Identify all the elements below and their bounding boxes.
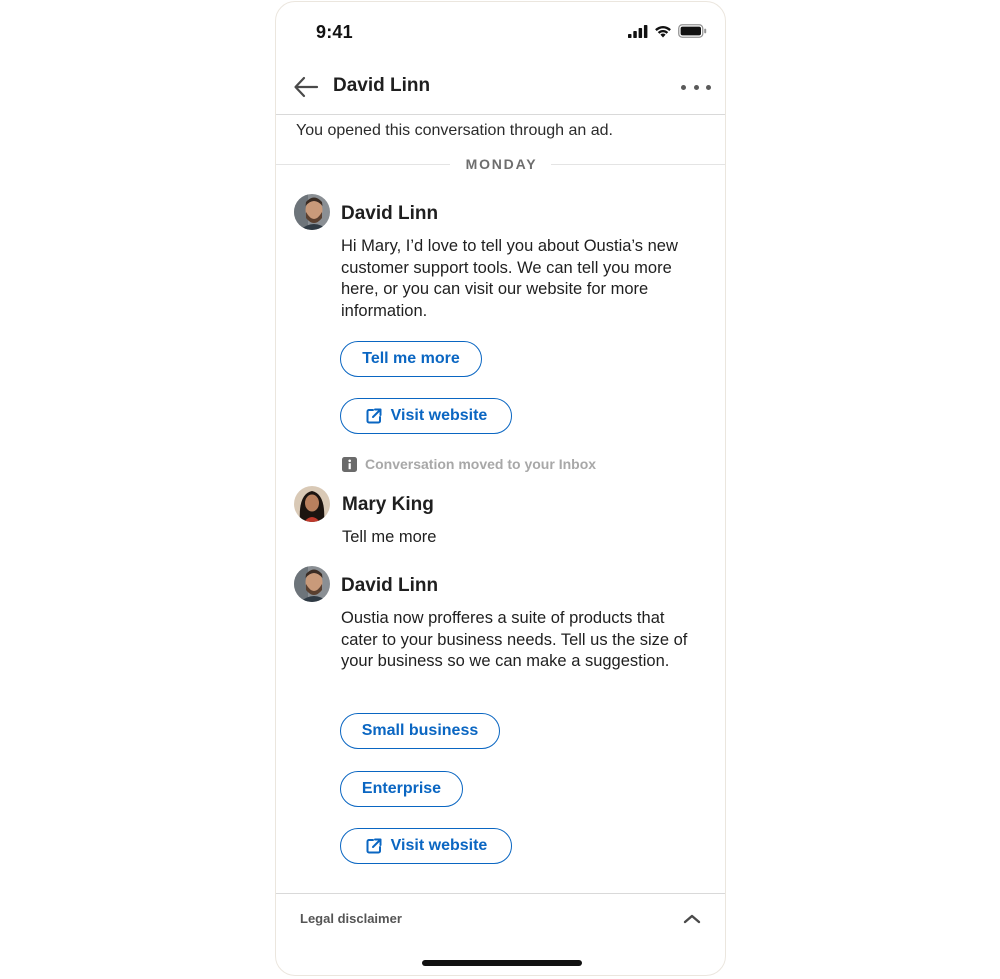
- system-note: Conversation moved to your Inbox: [342, 456, 596, 472]
- avatar-david-image: [294, 194, 330, 230]
- avatar-david-image: [294, 566, 330, 602]
- button-label: Small business: [361, 722, 479, 739]
- avatar-david[interactable]: [294, 566, 330, 602]
- small-business-button[interactable]: Small business: [340, 713, 500, 749]
- signal-icon: [628, 24, 648, 38]
- tell-me-more-button[interactable]: Tell me more: [340, 341, 482, 377]
- avatar-david[interactable]: [294, 194, 330, 230]
- system-note-text: Conversation moved to your Inbox: [365, 456, 597, 472]
- button-label: Tell me more: [362, 350, 460, 367]
- more-dot: [681, 84, 686, 90]
- sender-name: David Linn: [341, 203, 439, 224]
- footer-divider: [276, 893, 725, 894]
- legal-disclaimer-label[interactable]: Legal disclaimer: [300, 911, 402, 926]
- enterprise-button[interactable]: Enterprise: [340, 771, 463, 807]
- header-divider: [276, 114, 725, 115]
- external-link-icon: [366, 408, 382, 424]
- phone-frame: 9:41 David Linn You opened this conversa…: [275, 1, 726, 976]
- more-dot: [706, 84, 711, 90]
- button-label: Enterprise: [361, 780, 442, 797]
- message-text: Tell me more: [342, 528, 437, 546]
- ad-note: You opened this conversation through an …: [296, 122, 613, 139]
- button-label: Visit website: [390, 407, 488, 424]
- day-label: MONDAY: [465, 156, 538, 172]
- info-icon: [342, 456, 357, 472]
- back-arrow-icon[interactable]: [292, 73, 320, 101]
- more-options-button[interactable]: [681, 75, 711, 99]
- status-time: 9:41: [316, 22, 353, 42]
- avatar-mary-image: [294, 486, 330, 522]
- message-text: Oustia now profferes a suite of products…: [341, 609, 688, 670]
- sender-name: Mary King: [342, 494, 434, 515]
- sender-name: David Linn: [341, 575, 439, 596]
- home-indicator[interactable]: [422, 960, 582, 966]
- chevron-up-icon[interactable]: [681, 908, 703, 930]
- external-link-icon: [366, 838, 382, 854]
- avatar-mary[interactable]: [294, 486, 330, 522]
- message-text: Hi Mary, I’d love to tell you about Oust…: [341, 237, 678, 320]
- button-label: Visit website: [390, 837, 488, 854]
- visit-website-button[interactable]: Visit website: [340, 398, 512, 434]
- status-icons: [628, 24, 707, 38]
- wifi-icon: [655, 26, 671, 38]
- battery-icon: [678, 24, 707, 38]
- visit-website-button[interactable]: Visit website: [340, 828, 512, 864]
- conversation-title: David Linn: [333, 75, 431, 96]
- more-dot: [693, 84, 699, 90]
